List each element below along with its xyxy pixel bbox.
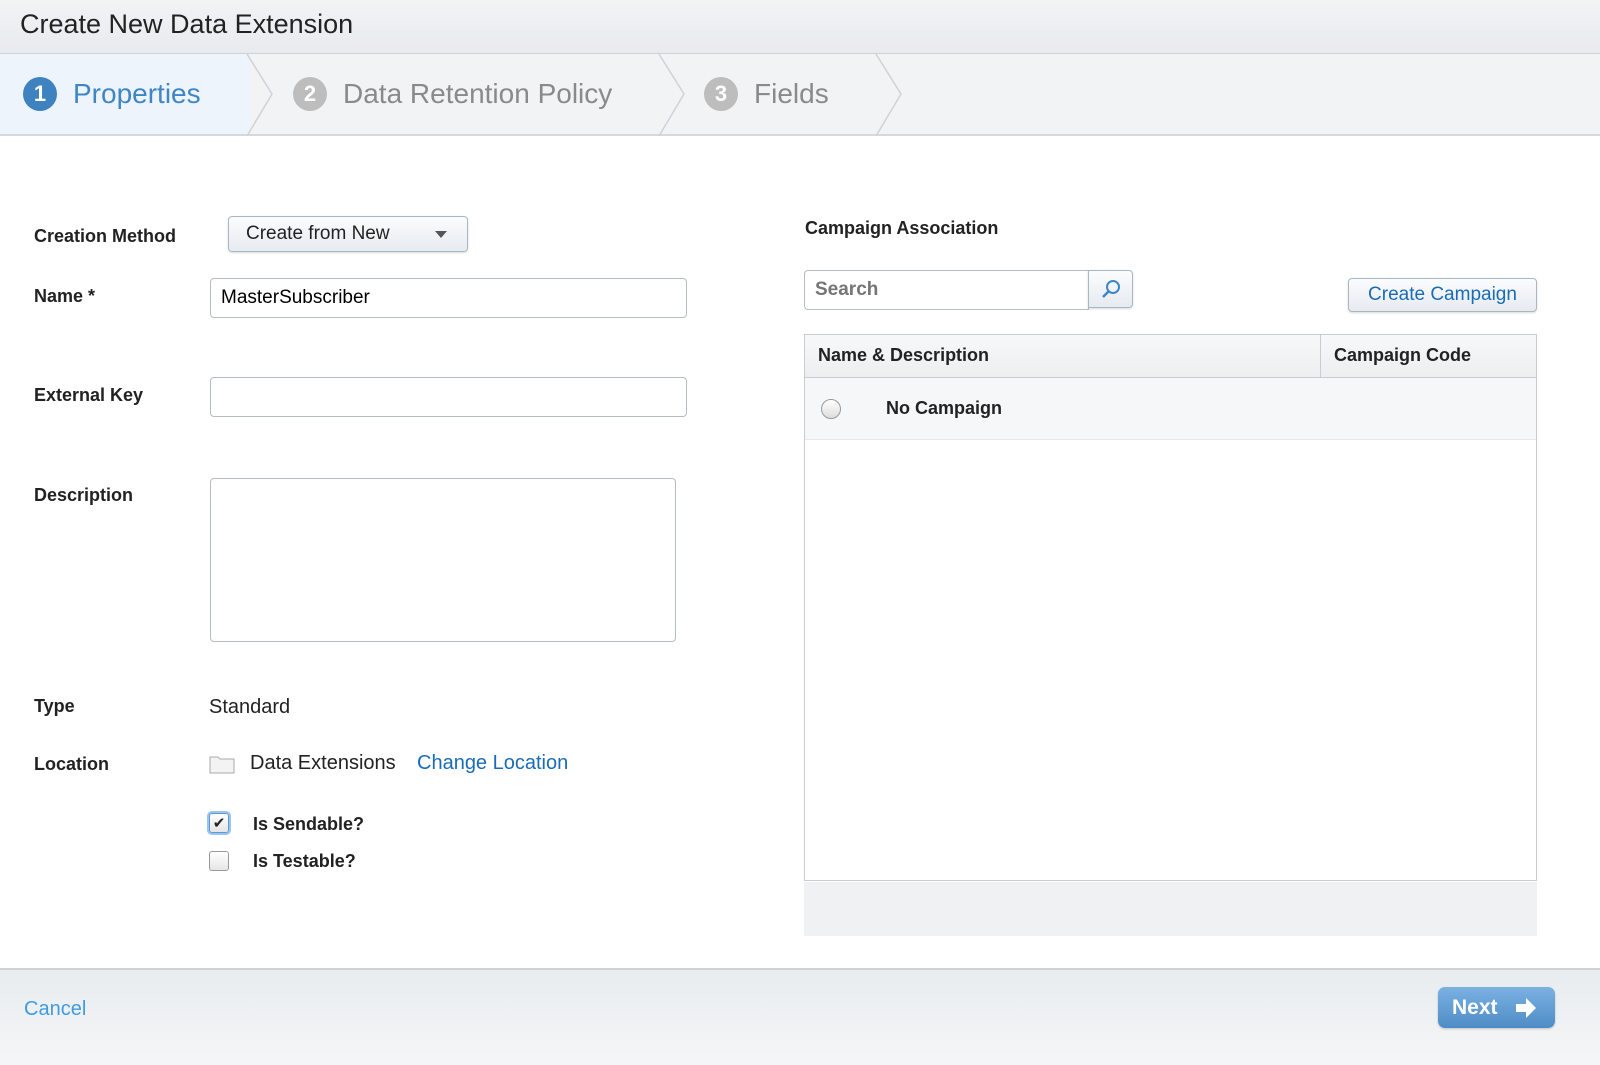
step-fields[interactable]: 3 Fields [704, 54, 829, 134]
external-key-label: External Key [34, 385, 144, 405]
is-testable-label: Is Testable? [253, 851, 356, 871]
footer: Cancel Next [0, 968, 1600, 1065]
title-bar: Create New Data Extension [0, 0, 1600, 54]
is-testable-checkbox[interactable] [209, 851, 229, 871]
folder-icon [209, 756, 235, 774]
campaign-radio[interactable] [821, 398, 841, 419]
chevron-down-icon [435, 231, 447, 238]
table-footer [804, 882, 1537, 936]
description-label: Description [34, 485, 134, 505]
column-header-code[interactable]: Campaign Code [1321, 335, 1484, 377]
next-button[interactable]: Next [1438, 987, 1555, 1028]
change-location-link[interactable]: Change Location [417, 752, 568, 775]
create-campaign-button[interactable]: Create Campaign [1348, 278, 1537, 312]
arrow-right-icon [1515, 997, 1536, 1018]
table-row[interactable]: No Campaign [805, 378, 1536, 440]
is-sendable-checkbox[interactable]: ✔ [209, 813, 229, 833]
type-value: Standard [209, 696, 291, 718]
cancel-link[interactable]: Cancel [24, 998, 86, 1021]
search-button[interactable] [1088, 270, 1133, 308]
campaign-name: No Campaign [886, 398, 1003, 418]
search-icon [1101, 280, 1120, 298]
campaign-table: Name & Description Campaign Code No Camp… [804, 334, 1537, 881]
description-textarea[interactable] [210, 478, 676, 642]
dialog-title: Create New Data Extension [20, 9, 354, 39]
step-properties[interactable]: 1 Properties [23, 54, 201, 134]
location-value: Data Extensions [250, 752, 396, 774]
name-label: Name * [34, 286, 96, 306]
creation-method-dropdown[interactable]: Create from New [228, 216, 468, 252]
is-sendable-label: Is Sendable? [253, 814, 365, 834]
wizard-steps: 1 Properties 2 Data Retention Policy 3 F… [0, 54, 1600, 136]
table-header: Name & Description Campaign Code [805, 335, 1536, 378]
type-label: Type [34, 696, 75, 716]
creation-method-label: Creation Method [34, 226, 176, 246]
campaign-association-heading: Campaign Association [805, 218, 999, 238]
location-label: Location [34, 754, 109, 774]
external-key-input[interactable] [210, 377, 687, 417]
column-header-name[interactable]: Name & Description [805, 335, 1321, 377]
campaign-search-input[interactable] [804, 270, 1089, 310]
step-data-retention-policy[interactable]: 2 Data Retention Policy [293, 54, 612, 134]
name-input[interactable] [210, 278, 687, 318]
